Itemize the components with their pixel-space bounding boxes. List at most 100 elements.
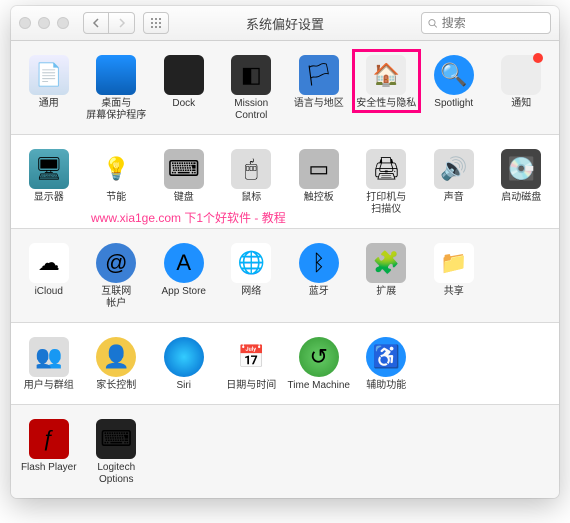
pref-label: Siri [177, 380, 191, 392]
pref-label: 通用 [39, 98, 59, 110]
pref-item-trackpad[interactable]: ▭ 触控板 [285, 145, 353, 220]
pref-label: 键盘 [174, 192, 194, 204]
pref-label: 网络 [241, 286, 261, 298]
pref-item-timemachine[interactable]: ↺ Time Machine [285, 333, 353, 396]
prefs-row-1: 🖥显示器💡节能⌨键盘🖱鼠标▭触控板🖨打印机与 扫描仪🔊声音💽启动磁盘www.xi… [11, 135, 559, 229]
logitech-icon: ⌨ [96, 419, 136, 459]
general-icon: 📄 [29, 55, 69, 95]
pref-item-accessibility[interactable]: ♿辅助功能 [353, 333, 421, 396]
pref-label: 互联网 帐户 [101, 286, 131, 310]
pref-label: 鼠标 [241, 192, 261, 204]
pref-label: iCloud [35, 286, 63, 298]
pref-item-notifications[interactable]: 通知 [488, 51, 556, 126]
pref-label: Dock [172, 98, 195, 110]
pref-item-energy[interactable]: 💡节能 [83, 145, 151, 220]
nav-buttons [83, 12, 135, 34]
pref-label: 声音 [444, 192, 464, 204]
search-icon [428, 18, 438, 29]
icloud-icon: ☁ [29, 243, 69, 283]
pref-item-mouse[interactable]: 🖱鼠标 [218, 145, 286, 220]
zoom-button[interactable] [57, 17, 69, 29]
pref-item-displays[interactable]: 🖥显示器 [15, 145, 83, 220]
pref-item-spotlight[interactable]: 🔍 Spotlight [420, 51, 488, 126]
pref-item-dock[interactable]: Dock [150, 51, 218, 126]
datetime-icon: 📅 [231, 337, 271, 377]
users-icon: 👥 [29, 337, 69, 377]
network-icon: 🌐 [231, 243, 271, 283]
pref-label: 启动磁盘 [501, 192, 541, 204]
badge-icon [533, 53, 543, 63]
pref-label: 桌面与 屏幕保护程序 [86, 98, 146, 122]
pref-item-icloud[interactable]: ☁ iCloud [15, 239, 83, 314]
close-button[interactable] [19, 17, 31, 29]
displays-icon: 🖥 [29, 149, 69, 189]
pref-item-flash[interactable]: ƒ Flash Player [15, 415, 83, 490]
show-all-button[interactable] [143, 12, 169, 34]
pref-item-internet[interactable]: @互联网 帐户 [83, 239, 151, 314]
startup-icon: 💽 [501, 149, 541, 189]
parental-icon: 👤 [96, 337, 136, 377]
traffic-lights [19, 17, 69, 29]
pref-item-network[interactable]: 🌐 网络 [218, 239, 286, 314]
pref-label: Time Machine [288, 380, 350, 392]
spotlight-icon: 🔍 [434, 55, 474, 95]
sharing-icon: 📁 [434, 243, 474, 283]
trackpad-icon: ▭ [299, 149, 339, 189]
forward-button[interactable] [109, 12, 135, 34]
pref-label: 用户与群组 [24, 380, 74, 392]
pref-label: 节能 [106, 192, 126, 204]
pref-item-logitech[interactable]: ⌨ Logitech Options [83, 415, 151, 490]
titlebar: 系统偏好设置 [11, 6, 559, 41]
desktop-icon [96, 55, 136, 95]
sound-icon: 🔊 [434, 149, 474, 189]
extensions-icon: 🧩 [366, 243, 406, 283]
pref-item-sound[interactable]: 🔊 声音 [420, 145, 488, 220]
pref-label: Logitech Options [83, 462, 151, 486]
pref-label: Spotlight [434, 98, 473, 110]
pref-item-users[interactable]: 👥 用户与群组 [15, 333, 83, 396]
flash-icon: ƒ [29, 419, 69, 459]
back-button[interactable] [83, 12, 109, 34]
pref-label: 触控板 [304, 192, 334, 204]
pref-label: 通知 [511, 98, 531, 110]
pref-item-parental[interactable]: 👤 家长控制 [83, 333, 151, 396]
pref-label: 家长控制 [96, 380, 136, 392]
pref-item-keyboard[interactable]: ⌨键盘 [150, 145, 218, 220]
pref-item-desktop[interactable]: 桌面与 屏幕保护程序 [83, 51, 151, 126]
search-field[interactable] [421, 12, 551, 34]
prefs-grid: 📄 通用 桌面与 屏幕保护程序 Dock ◧Mission Control 🏳 语言与地区 🏠… [11, 41, 559, 498]
prefs-row-4: ƒ Flash Player ⌨ Logitech Options [11, 405, 559, 498]
security-icon: 🏠 [366, 55, 406, 95]
pref-item-sharing[interactable]: 📁 共享 [420, 239, 488, 314]
pref-item-security[interactable]: 🏠 安全性与隐私 [353, 51, 421, 126]
pref-label: 安全性与隐私 [356, 98, 416, 110]
pref-item-siri[interactable]: Siri [150, 333, 218, 396]
language-icon: 🏳 [299, 55, 339, 95]
pref-label: App Store [162, 286, 206, 298]
pref-label: 共享 [444, 286, 464, 298]
pref-label: Flash Player [21, 462, 77, 474]
prefs-row-0: 📄 通用 桌面与 屏幕保护程序 Dock ◧Mission Control 🏳 语言与地区 🏠… [11, 41, 559, 135]
pref-item-mission[interactable]: ◧Mission Control [218, 51, 286, 126]
pref-item-datetime[interactable]: 📅日期与时间 [218, 333, 286, 396]
pref-label: 蓝牙 [309, 286, 329, 298]
bluetooth-icon: ᛒ [299, 243, 339, 283]
accessibility-icon: ♿ [366, 337, 406, 377]
pref-item-appstore[interactable]: AApp Store [150, 239, 218, 314]
prefs-row-2: ☁ iCloud @互联网 帐户AApp Store 🌐 网络 ᛒ 蓝牙 🧩 扩展 📁 共享 [11, 229, 559, 323]
dock-icon [164, 55, 204, 95]
pref-item-bluetooth[interactable]: ᛒ 蓝牙 [285, 239, 353, 314]
minimize-button[interactable] [38, 17, 50, 29]
pref-label: 扩展 [376, 286, 396, 298]
timemachine-icon: ↺ [299, 337, 339, 377]
pref-item-extensions[interactable]: 🧩 扩展 [353, 239, 421, 314]
search-input[interactable] [442, 16, 544, 30]
pref-item-printers[interactable]: 🖨 打印机与 扫描仪 [353, 145, 421, 220]
printers-icon: 🖨 [366, 149, 406, 189]
pref-label: 打印机与 扫描仪 [366, 192, 406, 216]
mission-icon: ◧ [231, 55, 271, 95]
pref-item-language[interactable]: 🏳 语言与地区 [285, 51, 353, 126]
pref-item-startup[interactable]: 💽 启动磁盘 [488, 145, 556, 220]
pref-item-general[interactable]: 📄 通用 [15, 51, 83, 126]
pref-label: 语言与地区 [294, 98, 344, 110]
